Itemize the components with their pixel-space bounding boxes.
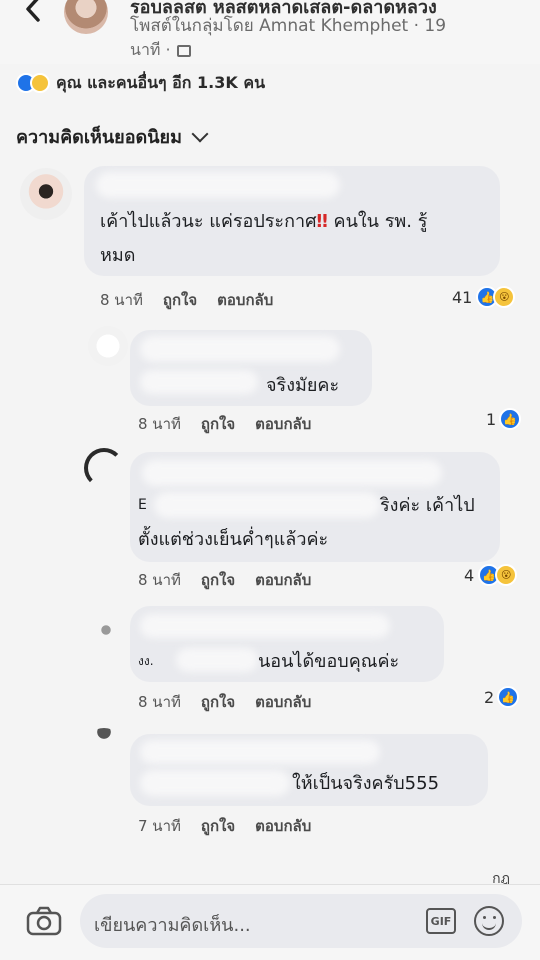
redacted-commenter-name <box>140 614 390 638</box>
camera-icon[interactable] <box>26 906 62 936</box>
chevron-down-icon <box>191 125 209 142</box>
comment-time: 8 นาที <box>138 693 181 711</box>
comment-time: 8 นาที <box>100 291 143 309</box>
posted-by: โพสต์ในกลุ่มโดย Amnat Khemphet · 19 <box>130 16 447 36</box>
comment-time: 7 นาที <box>138 817 181 835</box>
redacted-text <box>154 492 380 518</box>
avatar[interactable] <box>20 168 72 220</box>
comment-reactions[interactable]: 4 👍 😮 <box>464 564 518 586</box>
comment-text: ริงค่ะ เค้าไป <box>380 495 475 516</box>
comment-text-line2: หมด <box>100 245 136 266</box>
back-arrow-icon[interactable] <box>20 0 50 24</box>
redacted-commenter-name <box>96 172 340 198</box>
comment-prefix: งง. <box>138 654 154 668</box>
redacted-commenter-name <box>142 460 442 486</box>
reply-button[interactable]: ตอบกลับ <box>255 568 311 592</box>
comment-sort-dropdown[interactable]: ความคิดเห็นยอดนิยม <box>16 122 209 151</box>
comment-prefix: E <box>138 497 147 513</box>
sort-label: ความคิดเห็นยอดนิยม <box>16 127 182 148</box>
like-button[interactable]: ถูกใจ <box>201 568 235 592</box>
like-reaction-icon: 👍 <box>499 408 522 430</box>
avatar[interactable] <box>84 448 124 488</box>
redacted-text <box>140 370 258 394</box>
reply-button[interactable]: ตอบกลับ <box>255 814 311 838</box>
comment-time: 8 นาที <box>138 415 181 433</box>
redacted-commenter-name <box>140 336 340 362</box>
avatar[interactable] <box>86 622 126 662</box>
comment-actions: 8 นาที ถูกใจ ตอบกลับ <box>138 568 311 592</box>
avatar[interactable] <box>88 326 128 366</box>
redacted-text <box>176 648 258 672</box>
comment-actions: 8 นาที ถูกใจ ตอบกลับ <box>138 412 311 436</box>
comment-actions: 8 นาที ถูกใจ ตอบกลับ <box>138 690 311 714</box>
reply-button[interactable]: ตอบกลับ <box>255 412 311 436</box>
reply-button[interactable]: ตอบกลับ <box>217 288 273 312</box>
comment-time: 8 นาที <box>138 571 181 589</box>
comment-text-line2: ตั้งแต่ช่วงเย็นค่ำๆแล้วค่ะ <box>138 529 329 550</box>
gif-icon[interactable]: GIF <box>426 908 456 934</box>
post-time-text: นาที · <box>130 40 171 59</box>
comment-text: ให้เป็นจริงครับ555 <box>292 773 440 794</box>
like-button[interactable]: ถูกใจ <box>201 412 235 436</box>
like-button[interactable]: ถูกใจ <box>201 814 235 838</box>
wow-reaction-icon <box>30 73 50 93</box>
comment-text: เค้าไปแล้วนะ แค่รอประกาศ‼ คนใน รพ. รู้ <box>100 211 428 232</box>
emoji-icon[interactable] <box>474 906 504 936</box>
redacted-commenter-name <box>140 740 380 764</box>
reaction-count: 1 <box>486 409 497 429</box>
comment-text: จริงมัยคะ <box>266 375 340 396</box>
redacted-text <box>140 770 290 796</box>
reply-button[interactable]: ตอบกลับ <box>255 690 311 714</box>
like-button[interactable]: ถูกใจ <box>163 288 197 312</box>
like-reaction-icon: 👍 <box>497 686 520 708</box>
comment-actions: 8 นาที ถูกใจ ตอบกลับ <box>100 288 273 312</box>
wow-reaction-icon: 😮 <box>495 564 518 586</box>
reaction-count: 2 <box>484 687 495 707</box>
like-button[interactable]: ถูกใจ <box>201 690 235 714</box>
reaction-count: 41 <box>452 287 473 307</box>
comment-reactions[interactable]: 41 👍 😮 <box>452 286 516 308</box>
comment-reactions[interactable]: 1 👍 <box>486 408 522 430</box>
group-privacy-icon <box>176 44 191 57</box>
comment-actions: 7 นาที ถูกใจ ตอบกลับ <box>138 814 311 838</box>
comment-text: นอนได้ขอบคุณค่ะ <box>258 651 400 672</box>
reaction-count: 4 <box>464 565 475 585</box>
reactions-summary-text: คุณ และคนอื่นๆ อีก 1.3K คน <box>56 72 265 92</box>
wow-reaction-icon: 😮 <box>493 286 516 308</box>
avatar[interactable] <box>84 728 124 768</box>
comment-reactions[interactable]: 2 👍 <box>484 686 520 708</box>
post-time: นาที · <box>130 38 191 63</box>
comment-input-placeholder: เขียนความคิดเห็น... <box>94 915 251 936</box>
reactions-summary[interactable]: คุณ และคนอื่นๆ อีก 1.3K คน <box>16 70 265 96</box>
